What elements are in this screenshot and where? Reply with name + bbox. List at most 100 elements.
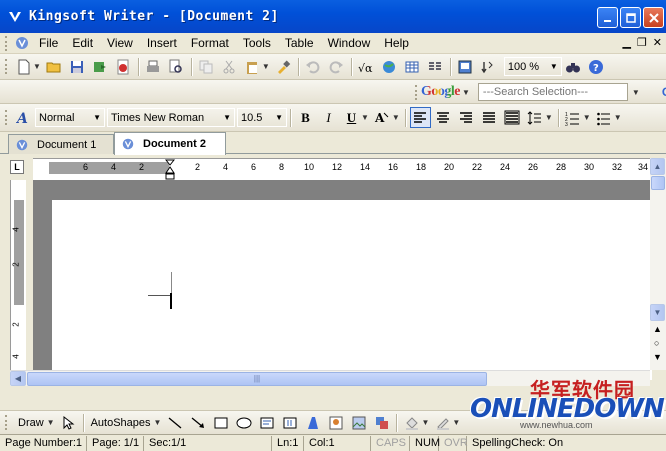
open-button[interactable]	[44, 56, 65, 77]
style-select[interactable]: Normal ▼	[35, 108, 105, 127]
status-caps[interactable]: CAPS	[371, 435, 410, 451]
document-menu-icon[interactable]	[13, 33, 31, 54]
fill-color-button[interactable]	[401, 412, 422, 433]
menu-table[interactable]: Table	[278, 36, 321, 50]
tab-stop-selector[interactable]: L	[10, 160, 24, 174]
new-button[interactable]	[13, 56, 34, 77]
arrow-button[interactable]	[187, 412, 208, 433]
line-button[interactable]	[164, 412, 185, 433]
bold-button[interactable]: B	[295, 107, 316, 128]
mdi-restore-button[interactable]: ❐	[637, 36, 647, 49]
paste-button[interactable]	[242, 56, 263, 77]
numbering-dropdown[interactable]: ▼	[583, 113, 591, 122]
google-grip[interactable]	[415, 84, 417, 100]
title-bar[interactable]: Kingsoft Writer - [Document 2]	[0, 0, 666, 33]
print-button[interactable]	[143, 56, 164, 77]
insert-formula-button[interactable]: √α	[356, 56, 377, 77]
select-browse-object-button[interactable]: ○	[654, 338, 659, 348]
tab-document-1[interactable]: Document 1	[8, 134, 114, 154]
scroll-down-button[interactable]: ▼	[650, 304, 665, 321]
status-spelling[interactable]: SpellingCheck: On	[467, 436, 568, 451]
line-spacing-button[interactable]	[525, 107, 546, 128]
columns-button[interactable]	[425, 56, 446, 77]
menu-file[interactable]: File	[32, 36, 65, 50]
format-painter-button[interactable]	[273, 56, 294, 77]
vertical-scrollbar[interactable]: ▲ ▼ ▲ ○ ▼	[650, 158, 666, 370]
copy-button[interactable]	[196, 56, 217, 77]
maximize-button[interactable]	[620, 7, 641, 28]
vertical-ruler[interactable]: 4 2 2 4	[10, 180, 26, 370]
line-color-dropdown[interactable]: ▼	[452, 418, 460, 427]
paste-dropdown[interactable]: ▼	[262, 62, 270, 71]
mdi-minimize-button[interactable]: ▁	[622, 36, 630, 49]
autoshapes-button[interactable]: AutoShapes	[91, 417, 151, 429]
print-preview-button[interactable]	[166, 56, 187, 77]
export-pdf-button[interactable]	[113, 56, 134, 77]
show-marks-button[interactable]	[478, 56, 499, 77]
wordart-button[interactable]	[302, 412, 323, 433]
underline-dropdown[interactable]: ▼	[361, 113, 369, 122]
vertical-textbox-button[interactable]	[279, 412, 300, 433]
search-dropdown[interactable]: ▼	[632, 88, 640, 97]
close-button[interactable]	[643, 7, 664, 28]
vertical-scroll-thumb[interactable]	[651, 176, 665, 190]
bullets-dropdown[interactable]: ▼	[614, 113, 622, 122]
align-left-button[interactable]	[409, 107, 431, 128]
font-color-button[interactable]: A	[372, 107, 393, 128]
insert-picture-button[interactable]	[455, 56, 476, 77]
align-center-button[interactable]	[433, 107, 454, 128]
distributed-button[interactable]	[502, 107, 523, 128]
fill-color-dropdown[interactable]: ▼	[421, 418, 429, 427]
autoshapes-dropdown[interactable]: ▼	[154, 418, 162, 427]
new-dropdown[interactable]: ▼	[33, 62, 41, 71]
line-spacing-dropdown[interactable]: ▼	[545, 113, 553, 122]
draw-menu-button[interactable]: Draw	[18, 417, 44, 429]
menu-view[interactable]: View	[100, 36, 140, 50]
toolbar-grip[interactable]	[5, 415, 8, 430]
menu-tools[interactable]: Tools	[236, 36, 278, 50]
select-objects-button[interactable]	[58, 412, 79, 433]
menubar-grip[interactable]	[5, 35, 8, 51]
save-button[interactable]	[67, 56, 88, 77]
document-page[interactable]	[52, 200, 652, 380]
menu-edit[interactable]: Edit	[65, 36, 100, 50]
minimize-button[interactable]	[597, 7, 618, 28]
toolbar-grip[interactable]	[5, 59, 8, 74]
status-ovr[interactable]: OVR	[439, 435, 468, 451]
bullets-button[interactable]	[594, 107, 615, 128]
previous-page-button[interactable]: ▲	[653, 324, 662, 334]
picture-button[interactable]	[348, 412, 369, 433]
rectangle-button[interactable]	[210, 412, 231, 433]
undo-button[interactable]	[303, 56, 324, 77]
scroll-up-button[interactable]: ▲	[650, 158, 665, 175]
menu-window[interactable]: Window	[321, 36, 378, 50]
draw-dropdown[interactable]: ▼	[47, 418, 55, 427]
justify-button[interactable]	[479, 107, 500, 128]
oval-button[interactable]	[233, 412, 254, 433]
scroll-left-button[interactable]: ◀	[10, 371, 26, 386]
find-button[interactable]	[563, 56, 584, 77]
google-search-input[interactable]	[477, 83, 628, 101]
insert-table-button[interactable]	[402, 56, 423, 77]
horizontal-scroll-thumb[interactable]: |||	[27, 372, 487, 386]
line-color-button[interactable]	[432, 412, 453, 433]
styles-button[interactable]: A	[13, 107, 34, 128]
help-button[interactable]: ?	[586, 56, 607, 77]
menu-insert[interactable]: Insert	[140, 36, 184, 50]
menu-format[interactable]: Format	[184, 36, 236, 50]
indent-marker-icon[interactable]	[165, 159, 175, 181]
redo-button[interactable]	[326, 56, 347, 77]
mdi-close-button[interactable]: ✕	[653, 36, 662, 49]
status-num[interactable]: NUM	[410, 435, 440, 451]
textbox-button[interactable]	[256, 412, 277, 433]
zoom-select[interactable]: 100 % ▼	[503, 57, 562, 76]
align-right-button[interactable]	[456, 107, 477, 128]
next-page-button[interactable]: ▼	[653, 352, 662, 362]
clipart-button[interactable]	[325, 412, 346, 433]
hyperlink-button[interactable]	[379, 56, 400, 77]
menu-help[interactable]: Help	[377, 36, 416, 50]
font-color-dropdown[interactable]: ▼	[392, 113, 400, 122]
toolbar-grip[interactable]	[5, 110, 8, 125]
underline-button[interactable]: U	[341, 107, 362, 128]
send-mail-button[interactable]	[90, 56, 111, 77]
